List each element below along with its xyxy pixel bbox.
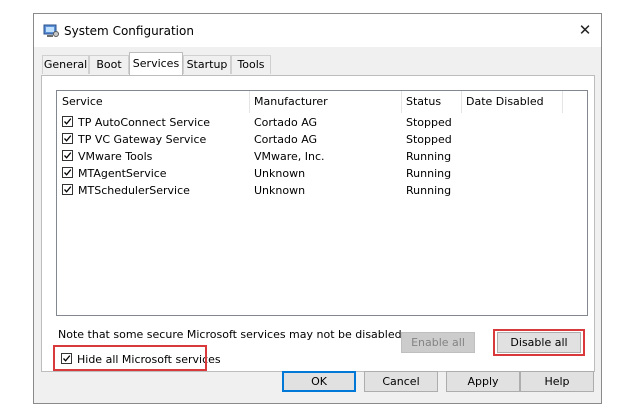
service-name: MTSchedulerService (78, 184, 190, 197)
column-header-status[interactable]: Status (401, 91, 461, 113)
service-checkbox[interactable] (62, 133, 73, 144)
disable-all-highlight (493, 329, 585, 356)
window-title: System Configuration (64, 24, 194, 38)
service-manufacturer: Cortado AG (254, 133, 318, 146)
service-checkbox[interactable] (62, 116, 73, 127)
table-row[interactable]: TP VC Gateway Service Cortado AG Stopped (57, 131, 587, 148)
hide-microsoft-highlight (53, 345, 207, 371)
checkmark-icon (64, 135, 72, 142)
column-header-service[interactable]: Service (57, 91, 249, 113)
service-manufacturer: Unknown (254, 167, 306, 180)
table-row[interactable]: TP AutoConnect Service Cortado AG Stoppe… (57, 114, 587, 131)
tab-label: Startup (186, 58, 228, 71)
tab-boot[interactable]: Boot (89, 55, 129, 74)
service-checkbox[interactable] (62, 167, 73, 178)
services-panel: Service Manufacturer Status Date Disable… (41, 75, 595, 372)
system-config-icon (43, 24, 59, 38)
tab-startup[interactable]: Startup (183, 55, 231, 74)
service-status: Stopped (406, 116, 452, 129)
service-name: TP AutoConnect Service (78, 116, 211, 129)
service-manufacturer: Cortado AG (254, 116, 318, 129)
cancel-button[interactable]: Cancel (364, 371, 438, 392)
tab-services[interactable]: Services (129, 52, 183, 75)
apply-button[interactable]: Apply (446, 371, 520, 392)
tab-label: General (43, 58, 88, 71)
service-status: Running (406, 184, 452, 197)
column-header-manufacturer[interactable]: Manufacturer (249, 91, 401, 113)
table-row[interactable]: MTSchedulerService Unknown Running (57, 182, 587, 199)
tab-tools[interactable]: Tools (231, 55, 271, 74)
close-icon[interactable]: ✕ (569, 14, 601, 46)
table-row[interactable]: VMware Tools VMware, Inc. Running (57, 148, 587, 165)
service-status: Stopped (406, 133, 452, 146)
service-checkbox[interactable] (62, 150, 73, 161)
help-button[interactable]: Help (520, 371, 594, 392)
service-manufacturer: Unknown (254, 184, 306, 197)
ok-button[interactable]: OK (282, 371, 356, 392)
list-header: Service Manufacturer Status Date Disable… (57, 91, 587, 113)
tab-label: Services (132, 57, 180, 70)
tab-general[interactable]: General (42, 55, 89, 74)
title-bar[interactable]: System Configuration ✕ (34, 14, 601, 47)
service-status: Running (406, 167, 452, 180)
secure-services-note: Note that some secure Microsoft services… (58, 328, 406, 341)
service-checkbox[interactable] (62, 184, 73, 195)
column-header-date-disabled[interactable]: Date Disabled (461, 91, 561, 113)
services-list[interactable]: Service Manufacturer Status Date Disable… (56, 90, 588, 316)
checkmark-icon (64, 152, 72, 159)
system-configuration-window: System Configuration ✕ General Boot Serv… (33, 13, 602, 404)
tab-label: Boot (96, 58, 122, 71)
service-status: Running (406, 150, 452, 163)
service-name: MTAgentService (78, 167, 167, 180)
column-divider[interactable] (562, 91, 563, 113)
tab-label: Tools (237, 58, 265, 71)
checkmark-icon (64, 186, 72, 193)
checkmark-icon (64, 169, 72, 176)
service-name: TP VC Gateway Service (78, 133, 207, 146)
service-name: VMware Tools (78, 150, 153, 163)
checkmark-icon (64, 118, 72, 125)
table-row[interactable]: MTAgentService Unknown Running (57, 165, 587, 182)
service-manufacturer: VMware, Inc. (254, 150, 325, 163)
enable-all-button[interactable]: Enable all (401, 332, 475, 353)
